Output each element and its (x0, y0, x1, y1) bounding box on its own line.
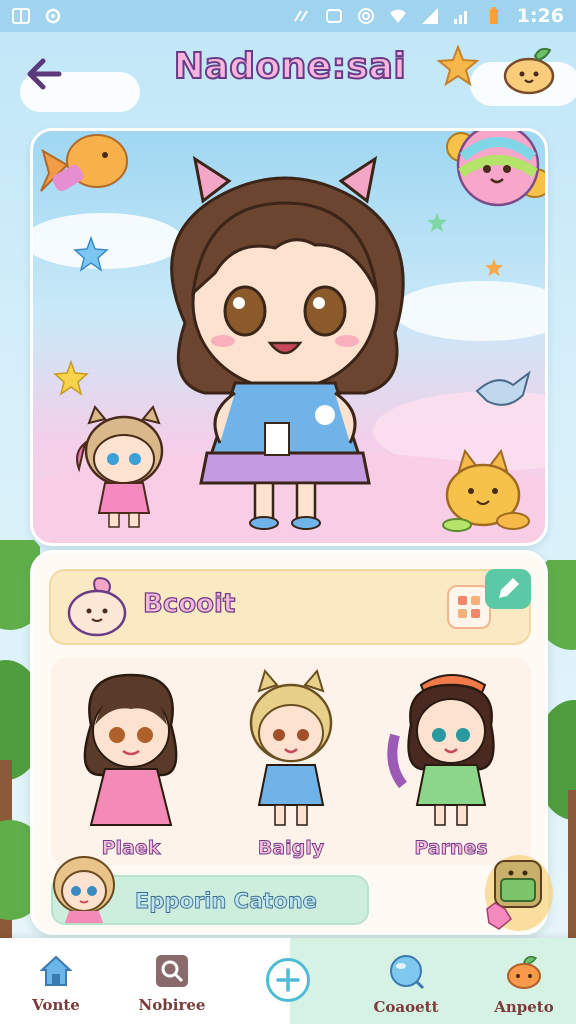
fruit-icon (507, 955, 541, 989)
star-icon (53, 359, 89, 396)
list-item[interactable]: Baigly (221, 665, 361, 861)
small-character-illustration (76, 405, 164, 528)
star-icon[interactable] (436, 44, 480, 88)
explore-label: Epporin Catone (135, 889, 318, 914)
settings-icon (45, 8, 61, 24)
character-avatar (387, 674, 495, 826)
bird-icon (475, 370, 531, 406)
signal-2-icon (453, 11, 467, 24)
edit-button[interactable] (485, 569, 531, 609)
status-time: 1:26 (516, 5, 564, 27)
plus-icon (276, 968, 300, 992)
signal-icon (421, 8, 438, 24)
home-icon (39, 955, 73, 986)
boost-label: Bcooit (142, 588, 236, 619)
search-icon (156, 955, 188, 987)
nav-item-globe[interactable]: Coaoett (350, 938, 462, 1024)
pencil-icon (499, 578, 519, 598)
star-icon (485, 258, 503, 277)
bag-mascot-icon[interactable] (485, 843, 555, 931)
screenshot-icon (325, 9, 342, 23)
status-bar: 1:26 (0, 0, 576, 32)
nav-label: Anpeto (494, 998, 554, 1016)
hero-panel (30, 128, 548, 546)
nav-label: Vonte (32, 996, 80, 1014)
nfc-icon (293, 10, 308, 22)
boost-bar[interactable]: Bcooit (49, 569, 531, 645)
mascot-icon[interactable] (500, 44, 558, 96)
character-name: Baigly (257, 837, 325, 860)
page-title: Nadone:sai (173, 45, 407, 88)
character-avatar (83, 673, 178, 826)
list-item[interactable]: Plaek (61, 665, 201, 861)
explore-avatar (53, 856, 115, 923)
nav-label: Nobiree (138, 996, 206, 1014)
nav-item-fruit[interactable]: Anpeto (468, 938, 576, 1024)
nav-item-search[interactable]: Nobiree (116, 938, 228, 1024)
battery-icon (489, 7, 498, 24)
rainbow-ball-icon (446, 131, 545, 207)
character-avatar (249, 668, 333, 826)
character-roster: Plaek Baigly Parnes (51, 657, 531, 865)
nav-label: Coaoett (373, 998, 439, 1016)
bunny-mascot-icon (67, 577, 127, 637)
bottom-nav: Vonte Nobiree Coaoett Anpeto (0, 938, 576, 1024)
list-item[interactable]: Parnes (381, 665, 521, 861)
app-grid-icon (12, 8, 30, 24)
star-icon (73, 235, 109, 272)
nav-item-home[interactable]: Vonte (0, 938, 112, 1024)
header: Nadone:sai (0, 32, 576, 116)
arrow-left-icon (27, 58, 62, 90)
wifi-icon (389, 9, 406, 23)
globe-icon (390, 955, 425, 990)
grid-icon (458, 596, 480, 618)
character-card: Bcooit Plaek Baigly Parnes Epporin Caton… (30, 550, 553, 935)
hotspot-icon (357, 8, 374, 24)
back-button[interactable] (20, 52, 68, 96)
add-button[interactable] (266, 958, 310, 1002)
cat-mascot-icon (442, 449, 530, 532)
